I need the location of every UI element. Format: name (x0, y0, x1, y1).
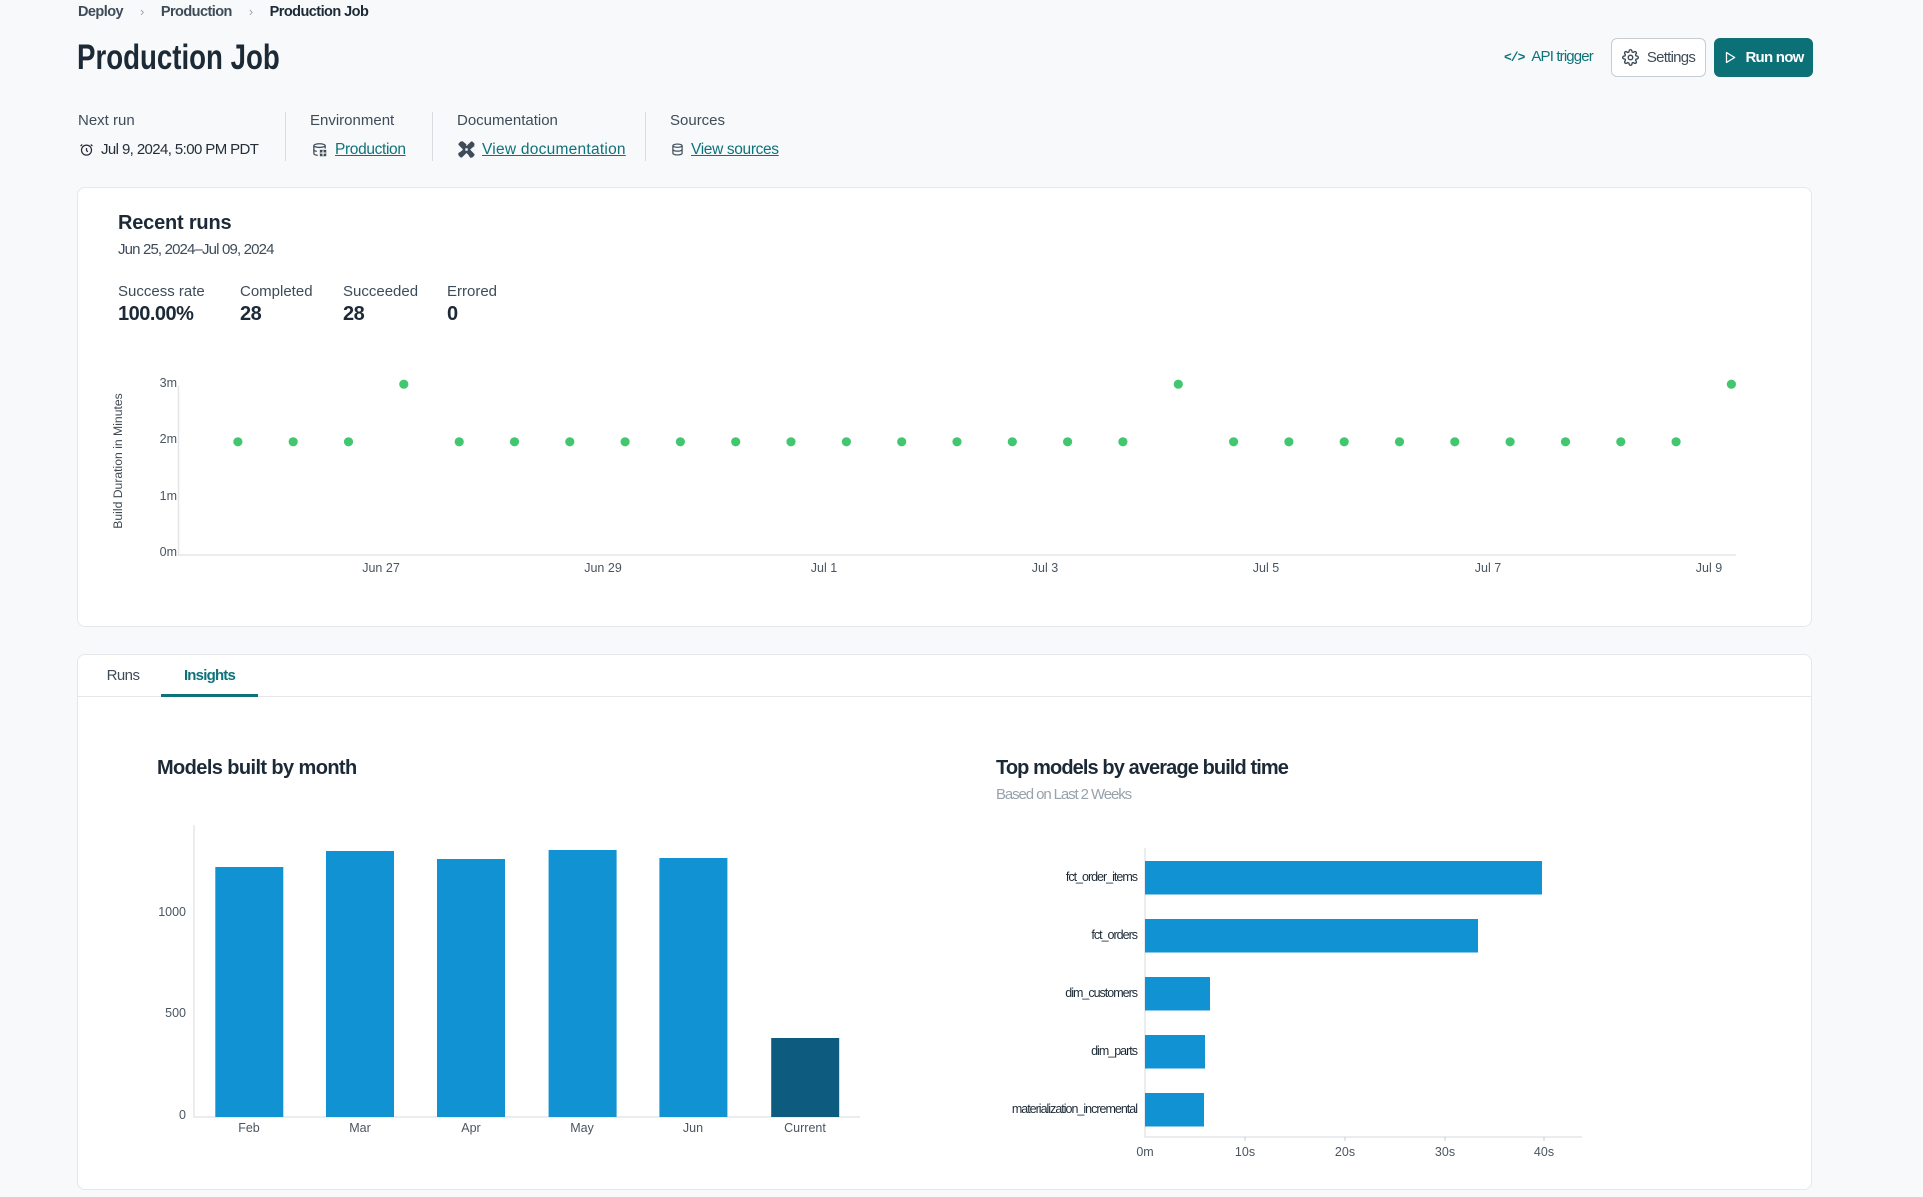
svg-text:0m: 0m (1136, 1145, 1153, 1159)
svg-text:0m: 0m (160, 545, 177, 559)
svg-text:1000: 1000 (158, 905, 186, 919)
svg-text:Jul 3: Jul 3 (1032, 561, 1058, 575)
svg-text:Apr: Apr (461, 1121, 480, 1135)
svg-text:Feb: Feb (238, 1121, 260, 1135)
svg-text:May: May (570, 1121, 594, 1135)
svg-text:Jun: Jun (683, 1121, 703, 1135)
svg-text:Jul 5: Jul 5 (1253, 561, 1279, 575)
svg-text:10s: 10s (1235, 1145, 1255, 1159)
svg-text:1m: 1m (160, 489, 177, 503)
svg-text:dim_customers: dim_customers (1065, 986, 1137, 1000)
svg-text:Jul 1: Jul 1 (811, 561, 837, 575)
svg-text:Jul 9: Jul 9 (1696, 561, 1722, 575)
svg-text:30s: 30s (1435, 1145, 1455, 1159)
svg-text:materialization_incremental: materialization_incremental (1012, 1102, 1137, 1116)
svg-text:fct_orders: fct_orders (1091, 928, 1137, 942)
svg-text:Jul 7: Jul 7 (1475, 561, 1501, 575)
svg-text:3m: 3m (160, 376, 177, 390)
svg-text:20s: 20s (1335, 1145, 1355, 1159)
svg-text:0: 0 (179, 1108, 186, 1122)
svg-text:500: 500 (165, 1006, 186, 1020)
svg-text:40s: 40s (1534, 1145, 1554, 1159)
svg-text:Current: Current (784, 1121, 826, 1135)
svg-text:dim_parts: dim_parts (1091, 1044, 1138, 1058)
svg-text:Jun 27: Jun 27 (362, 561, 400, 575)
svg-text:Mar: Mar (349, 1121, 371, 1135)
svg-text:fct_order_items: fct_order_items (1066, 870, 1138, 884)
svg-text:2m: 2m (160, 432, 177, 446)
svg-text:Jun 29: Jun 29 (584, 561, 622, 575)
svg-text:Build Duration in Minutes: Build Duration in Minutes (111, 393, 125, 529)
